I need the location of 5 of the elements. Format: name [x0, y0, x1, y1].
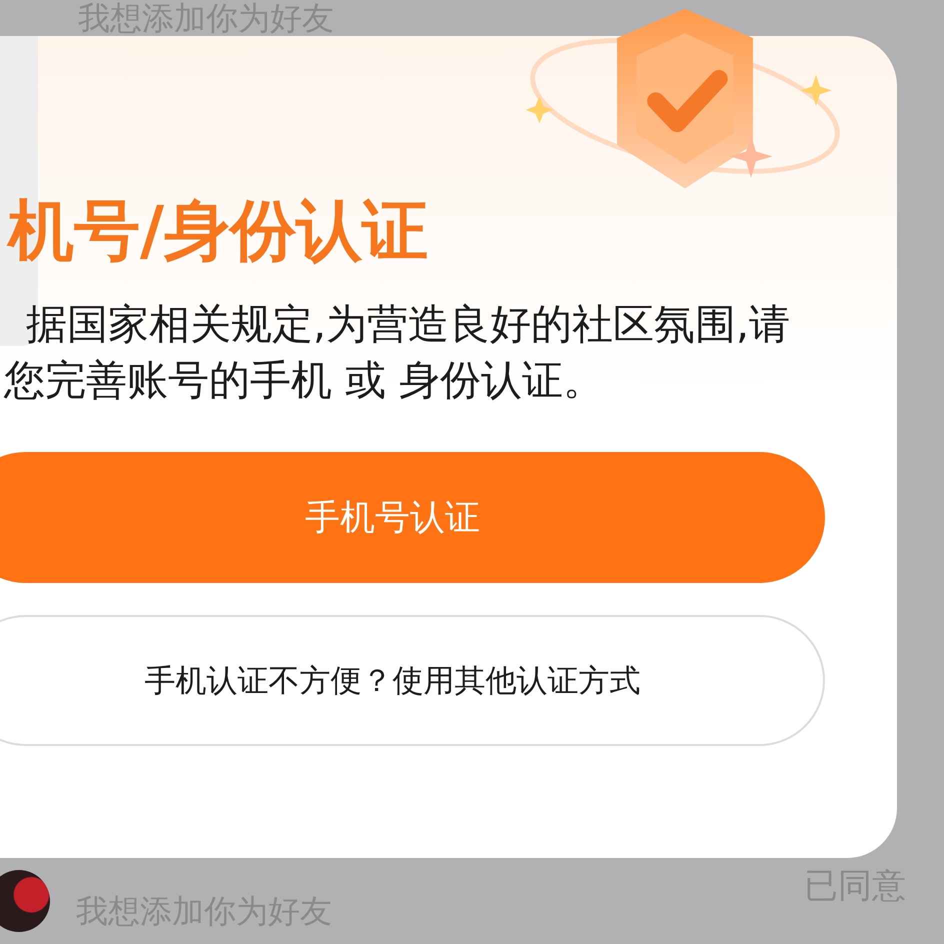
avatar [0, 870, 50, 932]
dialog-title: 机号/身份认证 [6, 196, 428, 266]
other-method-button[interactable]: 手机认证不方便？使用其他认证方式 [0, 615, 825, 746]
description-line: 您完善账号的手机 或 身份认证。 [2, 355, 606, 406]
description-line: 据国家相关规定,为营造良好的社区氛围,请 [25, 299, 790, 350]
